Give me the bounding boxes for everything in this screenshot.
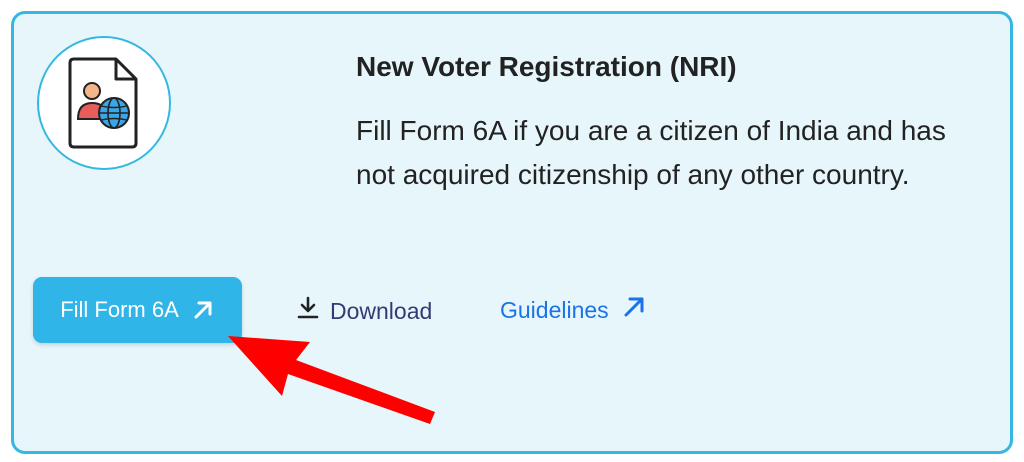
fill-form-6a-button[interactable]: Fill Form 6A [33, 277, 242, 343]
download-link[interactable]: Download [296, 295, 432, 327]
download-label: Download [330, 297, 433, 324]
external-arrow-icon [191, 298, 215, 322]
guidelines-link[interactable]: Guidelines [500, 294, 647, 326]
external-arrow-icon [621, 294, 647, 326]
guidelines-label: Guidelines [500, 296, 609, 323]
download-icon [296, 295, 320, 327]
nri-document-icon [37, 36, 171, 170]
card-description: Fill Form 6A if you are a citizen of Ind… [356, 115, 946, 190]
nri-registration-card: New Voter Registration (NRI) Fill Form 6… [11, 11, 1013, 454]
fill-form-label: Fill Form 6A [60, 297, 179, 322]
card-title: New Voter Registration (NRI) [356, 51, 737, 82]
document-globe-icon [68, 57, 138, 149]
